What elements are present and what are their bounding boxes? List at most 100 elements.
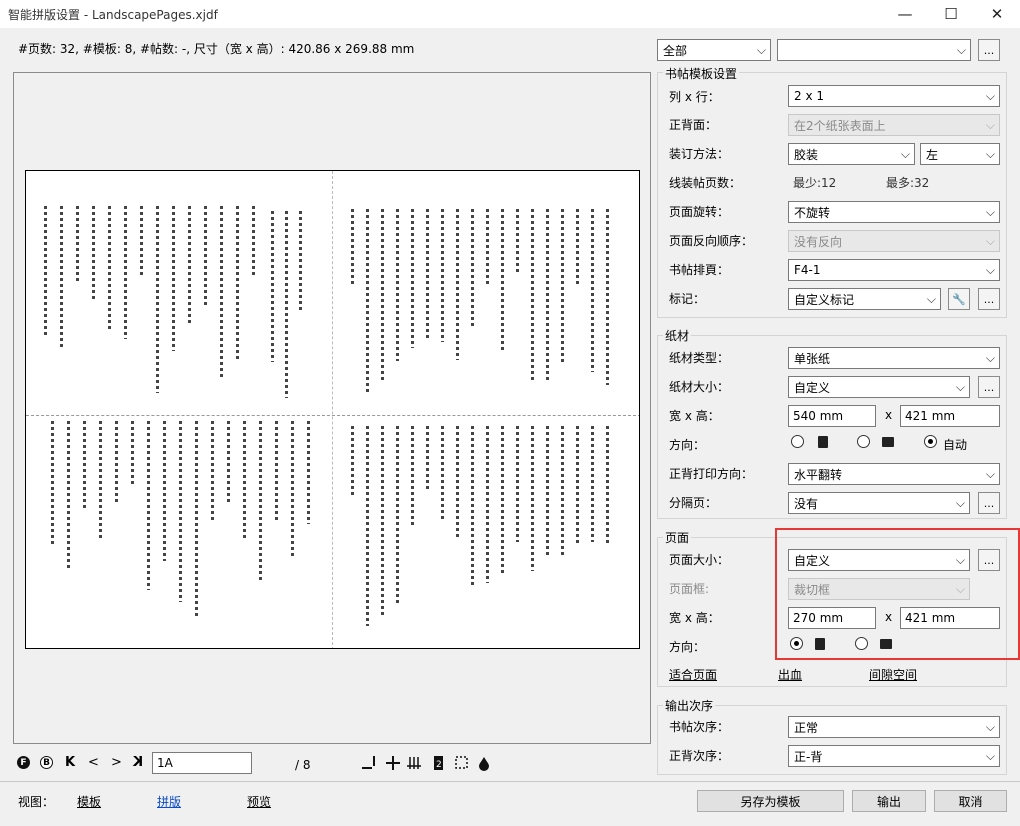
text-column (227, 421, 230, 502)
text-column (44, 206, 47, 337)
text-column (606, 209, 609, 385)
page-number-icon[interactable]: 2 (434, 756, 443, 770)
last-page-button[interactable]: K (133, 755, 143, 770)
signature-template-group-title: 书帖模板设置 (663, 65, 740, 82)
text-column (140, 206, 143, 277)
text-column (351, 426, 354, 498)
text-column (426, 209, 429, 339)
front-side-button[interactable]: F (17, 756, 30, 769)
minimize-button[interactable]: — (882, 0, 928, 28)
duplex-select[interactable]: 水平翻转 ⌵ (788, 463, 1000, 485)
highlight-box (775, 528, 1020, 660)
page-rotation-value: 不旋转 (794, 205, 831, 220)
paper-landscape-radio[interactable] (857, 435, 870, 448)
marks-value: 自定义标记 (794, 292, 855, 307)
chevron-down-icon: ⌵ (985, 467, 995, 481)
text-column (67, 421, 70, 568)
binding-side-value: 左 (926, 147, 939, 162)
page-group-title: 页面 (663, 529, 692, 546)
document-info: #页数: 32, #模板: 8, #帖数: -, 尺寸（宽 x 高）: 420.… (18, 42, 415, 56)
page-divider (332, 171, 333, 648)
paper-size-select[interactable]: 自定义 ⌵ (788, 376, 970, 398)
paper-type-select[interactable]: 单张纸 ⌵ (788, 347, 1000, 369)
crosshair-icon[interactable] (386, 756, 400, 770)
binding-select[interactable]: 胶装 ⌵ (788, 143, 915, 165)
text-column (381, 426, 384, 617)
page-number-input[interactable]: 1A (152, 752, 252, 774)
binding-side-select[interactable]: 左 ⌵ (920, 143, 1000, 165)
trim-marks-icon[interactable] (362, 756, 375, 769)
page-wh-label: 宽 x 高： (669, 611, 720, 625)
bleed-link[interactable]: 出血 (778, 666, 802, 683)
paper-auto-radio[interactable] (924, 435, 937, 448)
side-order-select[interactable]: 正-背 ⌵ (788, 745, 1000, 767)
wrench-button[interactable]: 🔧 (948, 288, 970, 310)
cancel-button[interactable]: 取消 (934, 790, 1007, 812)
text-column (163, 421, 166, 561)
back-side-button[interactable]: B (40, 756, 53, 769)
text-column (486, 209, 489, 286)
imposition-sheet-preview[interactable] (25, 170, 640, 649)
window-title: 智能拼版设置 - LandscapePages.xjdf (8, 8, 218, 22)
text-column (172, 206, 175, 351)
chevron-down-icon: ⌵ (985, 118, 995, 132)
text-column (188, 206, 191, 326)
filter-more-button[interactable]: ... (978, 39, 1000, 61)
prev-page-button[interactable]: < (88, 755, 99, 770)
text-column (195, 421, 198, 618)
text-column (561, 209, 564, 363)
sewn-pages-label: 线装帖页数： (669, 176, 742, 190)
fold-scheme-label: 书帖排頁： (669, 263, 730, 277)
separator-select[interactable]: 没有 ⌵ (788, 492, 970, 514)
fold-marks-icon[interactable] (407, 757, 421, 769)
paper-size-more-button[interactable]: ... (978, 376, 1000, 398)
sides-value: 在2个纸张表面上 (794, 118, 886, 133)
tab-imposition[interactable]: 拼版 (157, 793, 181, 810)
signature-order-select[interactable]: 正常 ⌵ (788, 716, 1000, 738)
text-column (606, 426, 609, 544)
text-column (366, 426, 369, 626)
tab-template[interactable]: 模板 (77, 793, 101, 810)
marks-select[interactable]: 自定义标记 ⌵ (788, 288, 941, 310)
cols-rows-label: 列 x 行： (669, 90, 720, 104)
text-column (426, 426, 429, 491)
text-column (92, 206, 95, 301)
text-column (501, 426, 504, 574)
bounding-box-icon[interactable] (455, 756, 468, 769)
text-column (531, 426, 534, 571)
side-order-value: 正-背 (794, 749, 823, 764)
text-column (51, 421, 54, 544)
chevron-down-icon: ⌵ (985, 234, 995, 248)
separator-more-button[interactable]: ... (978, 492, 1000, 514)
text-column (456, 209, 459, 360)
cols-rows-select[interactable]: 2 x 1 ⌵ (788, 85, 1000, 107)
chevron-down-icon: ⌵ (955, 380, 965, 394)
filter-select-value: 全部 (663, 43, 688, 58)
gap-space-link[interactable]: 间隙空间 (869, 666, 917, 683)
close-button[interactable]: ✕ (974, 0, 1020, 28)
paper-width-input[interactable]: 540 mm (788, 405, 876, 427)
text-column (471, 209, 474, 329)
text-column (351, 209, 354, 286)
paper-orientation-label: 方向： (669, 438, 706, 452)
next-page-button[interactable]: > (111, 755, 122, 770)
filter-select-2[interactable]: ⌵ (777, 39, 971, 61)
text-column (179, 421, 182, 602)
output-button[interactable]: 输出 (852, 790, 926, 812)
ink-drop-icon[interactable] (479, 757, 489, 771)
filter-select[interactable]: 全部 ⌵ (657, 39, 771, 61)
tab-preview[interactable]: 预览 (247, 793, 271, 810)
paper-height-input[interactable]: 421 mm (900, 405, 1000, 427)
cols-rows-value: 2 x 1 (794, 89, 824, 103)
footer-divider (0, 781, 1020, 782)
save-as-template-button[interactable]: 另存为模板 (697, 790, 844, 812)
page-rotation-select[interactable]: 不旋转 ⌵ (788, 201, 1000, 223)
paper-portrait-radio[interactable] (791, 435, 804, 448)
maximize-button[interactable]: ☐ (928, 0, 974, 28)
fit-page-link[interactable]: 适合页面 (669, 666, 717, 683)
fold-scheme-select[interactable]: F4-1 ⌵ (788, 259, 1000, 281)
first-page-button[interactable]: K (65, 755, 75, 770)
text-column (60, 206, 63, 347)
marks-more-button[interactable]: ... (978, 288, 1000, 310)
paper-wh-label: 宽 x 高： (669, 409, 720, 423)
